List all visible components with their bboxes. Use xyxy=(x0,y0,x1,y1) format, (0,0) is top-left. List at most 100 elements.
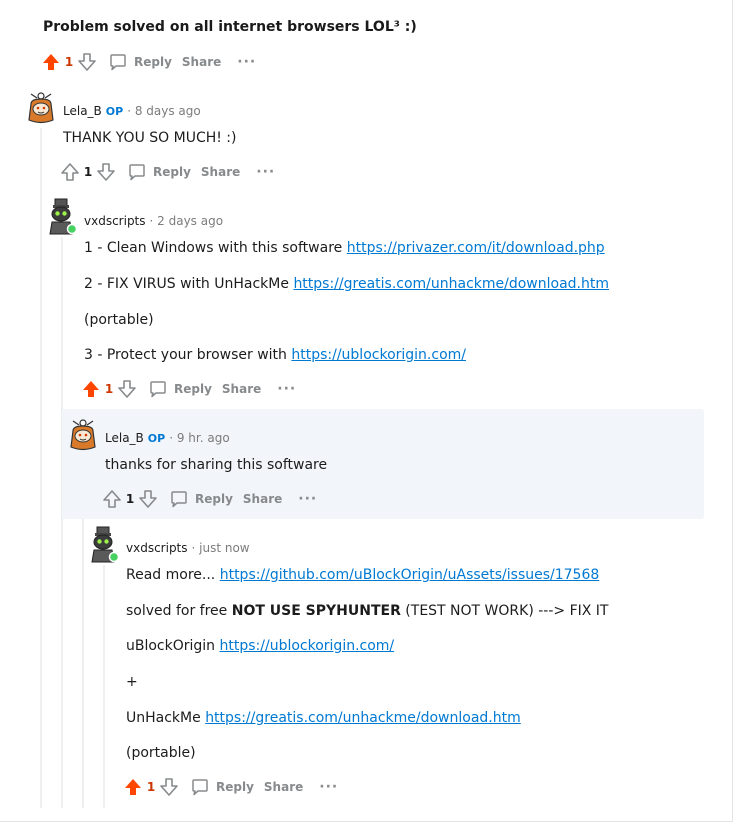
comment-text: 3 - Protect your browser with xyxy=(84,347,292,363)
action-row: 1 Reply Share ··· xyxy=(40,50,256,74)
comment-text: 1 - Clean Windows with this software xyxy=(84,240,347,256)
comment-title: Problem solved on all internet browsers … xyxy=(43,19,417,35)
avatar[interactable] xyxy=(27,90,55,124)
reply-button[interactable]: Reply xyxy=(108,52,172,72)
share-label: Share xyxy=(263,780,304,794)
reply-label: Reply xyxy=(216,780,254,794)
share-button[interactable]: Share xyxy=(201,165,240,179)
username[interactable]: vxdscripts xyxy=(84,214,146,228)
more-icon: ··· xyxy=(237,54,257,70)
snoo-avatar-icon xyxy=(28,92,54,124)
upvote-icon xyxy=(125,779,141,795)
comment-body-line: uBlockOrigin https://ublockorigin.com/ xyxy=(126,638,394,654)
comment-body-line: UnHackMe https://greatis.com/unhackme/do… xyxy=(126,710,521,726)
upvote-button[interactable] xyxy=(59,161,81,183)
comment-body-line: 2 - FIX VIRUS with UnHackMe https://grea… xyxy=(84,276,609,292)
op-badge: OP xyxy=(147,431,166,445)
thread-line[interactable] xyxy=(61,237,63,808)
comment-text: 2 - FIX VIRUS with UnHackMe xyxy=(84,276,294,292)
upvote-button[interactable] xyxy=(40,51,62,73)
username[interactable]: Lela_B xyxy=(105,431,144,445)
action-row: 1 Reply Share ··· xyxy=(122,775,338,799)
upvote-button[interactable] xyxy=(122,776,144,798)
username[interactable]: Lela_B xyxy=(63,104,102,118)
more-icon: ··· xyxy=(298,491,318,507)
reply-button[interactable]: Reply xyxy=(127,162,191,182)
timestamp[interactable]: · just now xyxy=(192,541,250,555)
comment-body-line: Read more... https://github.com/uBlockOr… xyxy=(126,567,599,583)
snoo-avatar-icon xyxy=(91,526,120,563)
upvote-button[interactable] xyxy=(80,378,102,400)
comment-header: vxdscripts · just now xyxy=(126,541,250,555)
thread-line[interactable] xyxy=(103,565,105,808)
more-options-button[interactable]: ··· xyxy=(277,381,296,397)
comment-icon xyxy=(150,381,166,398)
reply-button[interactable]: Reply xyxy=(148,379,212,399)
snoo-avatar-icon xyxy=(70,419,96,451)
action-row: 1 Reply Share ··· xyxy=(59,160,275,184)
share-label: Share xyxy=(200,165,241,179)
avatar[interactable] xyxy=(69,417,97,451)
share-label: Share xyxy=(221,382,262,396)
upvote-icon xyxy=(61,163,79,181)
comment-header: vxdscripts · 2 days ago xyxy=(84,214,223,228)
downvote-button[interactable] xyxy=(116,378,138,400)
comment-text: solved for free xyxy=(126,603,232,619)
upvote-icon xyxy=(103,490,121,508)
comment-text: Read more... xyxy=(126,567,220,583)
upvote-button[interactable] xyxy=(101,488,123,510)
share-button[interactable]: Share xyxy=(182,55,221,69)
action-row: 1 Reply Share ··· xyxy=(80,377,296,401)
downvote-button[interactable] xyxy=(95,161,117,183)
comment-text: UnHackMe xyxy=(126,710,206,726)
more-options-button[interactable]: ··· xyxy=(237,54,256,70)
more-icon: ··· xyxy=(277,381,297,397)
vote-score: 1 xyxy=(125,492,135,506)
link[interactable]: https://ublockorigin.com/ xyxy=(220,638,395,654)
downvote-button[interactable] xyxy=(137,488,159,510)
bold-text: NOT USE SPYHUNTER xyxy=(231,603,401,619)
avatar[interactable] xyxy=(90,526,120,563)
reply-label: Reply xyxy=(153,165,191,179)
timestamp[interactable]: · 9 hr. ago xyxy=(169,431,229,445)
comment-icon xyxy=(171,491,187,508)
comment-text: (TEST NOT WORK) ---> FIX IT xyxy=(400,603,609,619)
more-options-button[interactable]: ··· xyxy=(298,491,317,507)
share-button[interactable]: Share xyxy=(243,492,282,506)
comment-icon xyxy=(110,54,126,71)
vote-score: 1 xyxy=(64,55,74,69)
downvote-icon xyxy=(118,380,136,398)
link[interactable]: https://greatis.com/unhackme/download.ht… xyxy=(293,276,609,292)
share-button[interactable]: Share xyxy=(264,780,303,794)
reply-button[interactable]: Reply xyxy=(169,489,233,509)
comment-icon xyxy=(129,164,145,181)
share-button[interactable]: Share xyxy=(222,382,261,396)
timestamp[interactable]: · 8 days ago xyxy=(127,104,201,118)
downvote-button[interactable] xyxy=(158,776,180,798)
more-options-button[interactable]: ··· xyxy=(256,164,275,180)
downvote-icon xyxy=(160,778,178,796)
more-icon: ··· xyxy=(256,164,276,180)
downvote-icon xyxy=(97,163,115,181)
comment-body-line: (portable) xyxy=(126,745,196,761)
action-row: 1 Reply Share ··· xyxy=(101,487,317,511)
link[interactable]: https://ublockorigin.com/ xyxy=(291,347,466,363)
link[interactable]: https://github.com/uBlockOrigin/uAssets/… xyxy=(220,567,600,583)
upvote-icon xyxy=(83,381,99,397)
reply-button[interactable]: Reply xyxy=(190,777,254,797)
avatar[interactable] xyxy=(48,198,78,235)
comment-body-line: (portable) xyxy=(84,312,154,328)
comment-body-line: + xyxy=(126,674,138,690)
username[interactable]: vxdscripts xyxy=(126,541,188,555)
link[interactable]: https://greatis.com/unhackme/download.ht… xyxy=(205,710,521,726)
timestamp[interactable]: · 2 days ago xyxy=(150,214,224,228)
reply-label: Reply xyxy=(134,55,172,69)
more-options-button[interactable]: ··· xyxy=(319,779,338,795)
thread-line[interactable] xyxy=(40,128,42,808)
comment-icon xyxy=(192,779,208,796)
share-label: Share xyxy=(242,492,283,506)
link[interactable]: https://privazer.com/it/download.php xyxy=(347,240,605,256)
downvote-button[interactable] xyxy=(76,51,98,73)
downvote-icon xyxy=(139,490,157,508)
downvote-icon xyxy=(78,53,96,71)
